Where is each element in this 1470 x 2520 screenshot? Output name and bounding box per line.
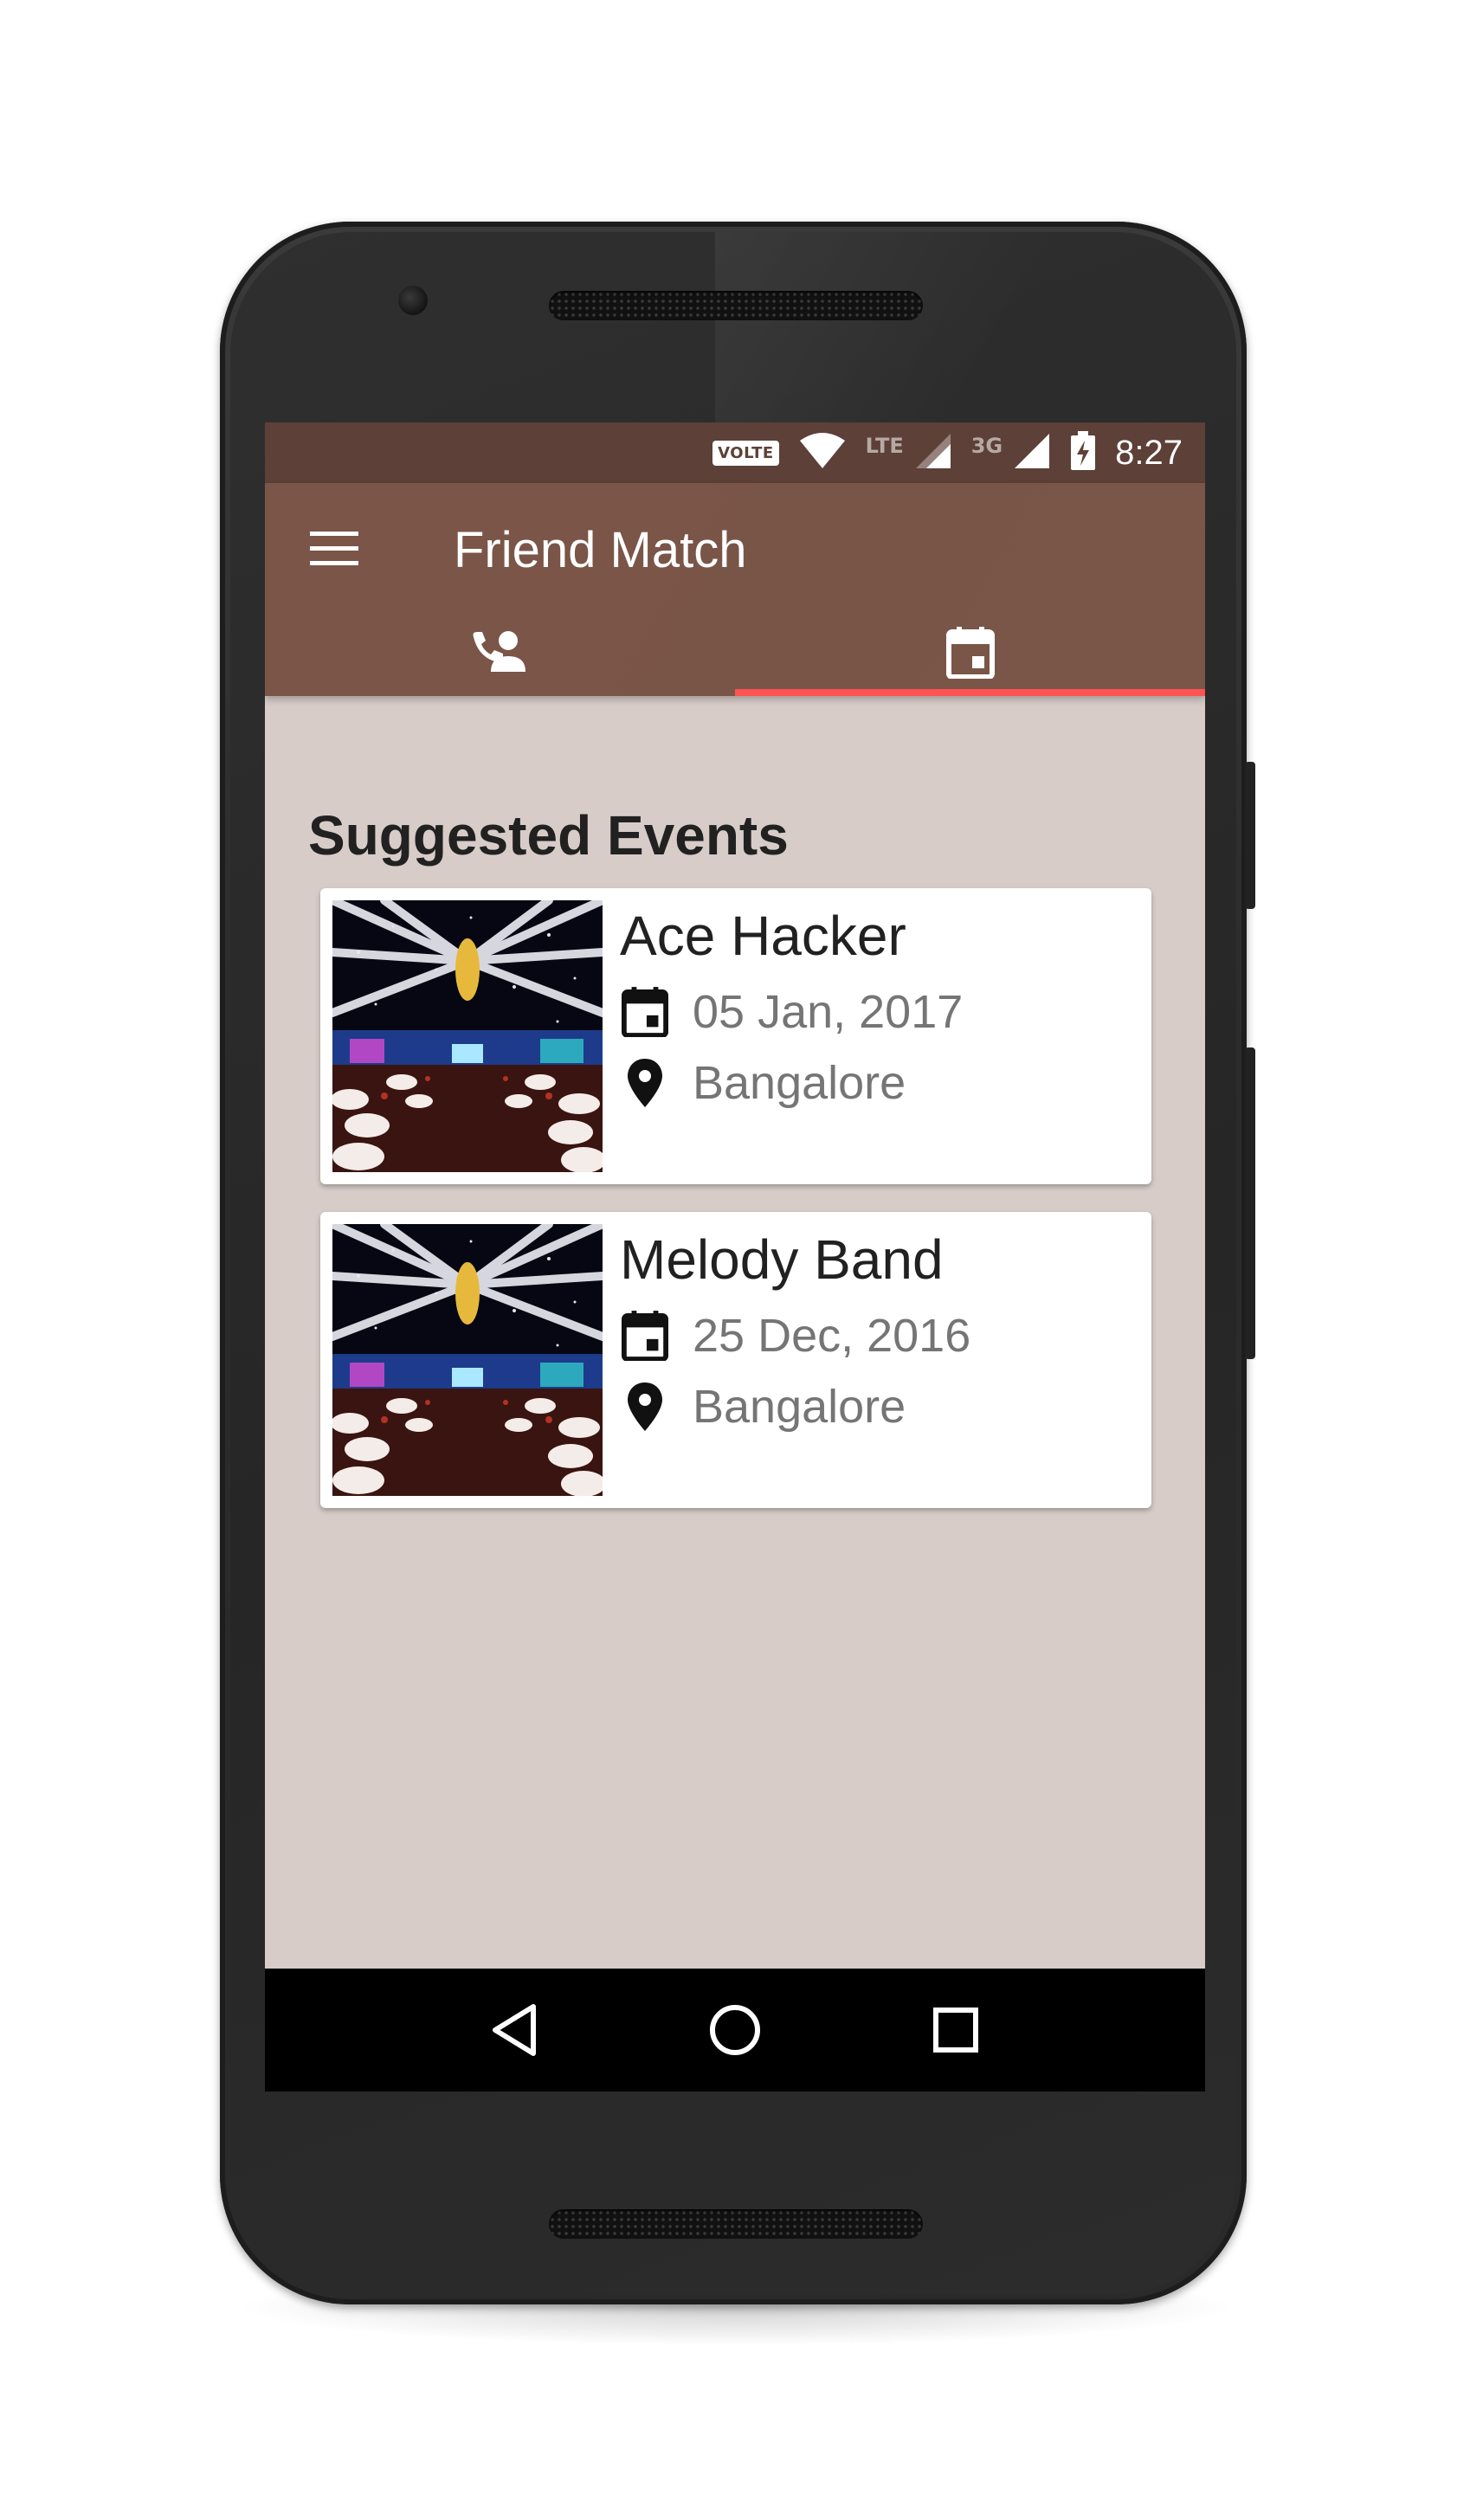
- tab-bar: [265, 613, 1205, 696]
- event-location: Bangalore: [693, 1057, 906, 1109]
- event-date-row: 05 Jan, 2017: [620, 982, 963, 1042]
- event-location-row: Bangalore: [620, 1053, 906, 1113]
- event-title: Melody Band: [620, 1228, 944, 1291]
- event-card[interactable]: Ace Hacker 05 Jan, 2017 Bangalore: [320, 888, 1151, 1184]
- bottom-speaker-grille: [549, 2209, 923, 2239]
- lte-label: LTE: [865, 434, 904, 458]
- recents-square-icon[interactable]: [921, 1995, 990, 2065]
- event-location-row: Bangalore: [620, 1376, 906, 1437]
- tab-events[interactable]: [735, 613, 1205, 696]
- event-date-row: 25 Dec, 2016: [620, 1305, 970, 1366]
- back-triangle-icon[interactable]: [480, 1995, 549, 2065]
- event-thumbnail-image: [332, 900, 603, 1172]
- home-circle-icon[interactable]: [700, 1995, 770, 2065]
- event-date: 25 Dec, 2016: [693, 1310, 971, 1362]
- top-speaker-grille: [549, 291, 923, 320]
- battery-charging-icon: [1070, 430, 1096, 475]
- phone-screen: VOLTE LTE 3G 8:27 Friend Match Suggested…: [265, 422, 1205, 2091]
- volume-button: [1245, 1047, 1255, 1359]
- event-title: Ace Hacker: [620, 905, 906, 967]
- event-location: Bangalore: [693, 1381, 906, 1433]
- section-title: Suggested Events: [308, 804, 789, 867]
- status-bar: VOLTE LTE 3G 8:27: [265, 422, 1205, 483]
- hamburger-menu-icon[interactable]: [308, 523, 360, 575]
- status-icons: VOLTE LTE 3G 8:27: [712, 422, 1183, 483]
- power-button: [1245, 762, 1255, 909]
- event-card[interactable]: Melody Band 25 Dec, 2016 Bangalore: [320, 1212, 1151, 1508]
- signal-icon-3g: [1011, 432, 1051, 474]
- app-title: Friend Match: [454, 522, 747, 578]
- volte-badge: VOLTE: [712, 440, 779, 466]
- contact-phone-icon: [470, 628, 531, 681]
- system-nav-bar: [265, 1969, 1205, 2091]
- calendar-event-icon: [945, 626, 995, 683]
- calendar-icon: [620, 987, 670, 1037]
- calendar-icon: [620, 1311, 670, 1361]
- network-3g-label: 3G: [970, 434, 1003, 458]
- status-clock: 8:27: [1115, 433, 1183, 472]
- front-camera: [398, 286, 428, 315]
- event-thumbnail-image: [332, 1224, 603, 1496]
- location-pin-icon: [620, 1058, 670, 1108]
- event-date: 05 Jan, 2017: [693, 986, 964, 1038]
- signal-icon-lte: [912, 432, 952, 474]
- app-bar: Friend Match: [265, 483, 1205, 696]
- wifi-icon: [798, 432, 847, 474]
- tab-contacts[interactable]: [265, 613, 735, 696]
- location-pin-icon: [620, 1382, 670, 1432]
